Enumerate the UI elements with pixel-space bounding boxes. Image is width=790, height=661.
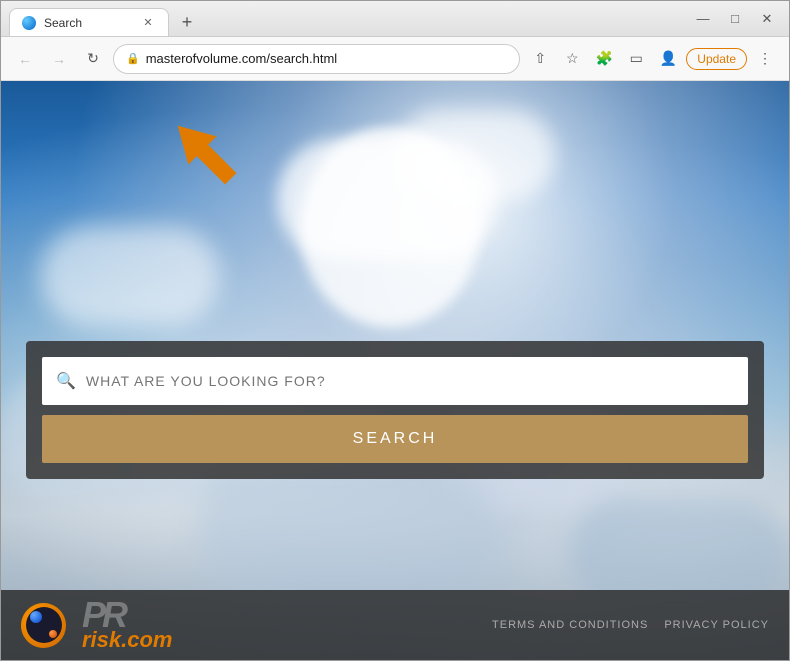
logo-inner (26, 607, 62, 643)
forward-button[interactable]: → (45, 45, 73, 73)
cloud-center (300, 127, 480, 327)
search-icon: 🔍 (56, 371, 76, 391)
share-icon: ⇧ (534, 50, 546, 67)
tab-title: Search (44, 16, 132, 30)
profile-icon: 👤 (660, 50, 677, 67)
logo-dot-2 (49, 630, 57, 638)
cloud-3 (40, 226, 220, 326)
back-icon: ← (18, 51, 32, 67)
url-text: masterofvolume.com/search.html (146, 51, 508, 66)
forward-icon: → (52, 51, 66, 67)
tab-favicon (22, 16, 36, 30)
reload-button[interactable]: ↻ (79, 45, 107, 73)
footer-brand: PR risk.com (82, 597, 173, 653)
puzzle-icon: 🧩 (596, 50, 613, 67)
footer-logo (21, 603, 66, 648)
page-content: 🔍 SEARCH PR risk.com TERMS A (1, 81, 789, 660)
maximize-button[interactable]: □ (721, 5, 749, 33)
back-button[interactable]: ← (11, 45, 39, 73)
footer-links: TERMS AND CONDITIONS PRIVACY POLICY (492, 619, 769, 631)
footer: PR risk.com TERMS AND CONDITIONS PRIVACY… (1, 590, 789, 660)
menu-button[interactable]: ⋮ (751, 45, 779, 73)
title-bar: Search ✕ + — □ ✕ (1, 1, 789, 37)
browser-window: Search ✕ + — □ ✕ ← → ↻ 🔒 masterofvolume.… (0, 0, 790, 661)
menu-icon: ⋮ (758, 50, 772, 67)
search-input[interactable] (86, 373, 734, 389)
search-button[interactable]: SEARCH (42, 415, 748, 463)
lock-icon: 🔒 (126, 52, 140, 65)
star-icon: ☆ (566, 50, 579, 67)
active-tab[interactable]: Search ✕ (9, 8, 169, 36)
update-button[interactable]: Update (686, 48, 747, 70)
split-view-button[interactable]: ▭ (622, 45, 650, 73)
navigation-bar: ← → ↻ 🔒 masterofvolume.com/search.html ⇧… (1, 37, 789, 81)
nav-actions: ⇧ ☆ 🧩 ▭ 👤 Update ⋮ (526, 45, 779, 73)
tab-area: Search ✕ + (9, 1, 689, 36)
reload-icon: ↻ (87, 50, 99, 67)
address-bar[interactable]: 🔒 masterofvolume.com/search.html (113, 44, 520, 74)
footer-links-row: TERMS AND CONDITIONS PRIVACY POLICY (492, 619, 769, 631)
arrow-svg (166, 109, 246, 199)
minimize-button[interactable]: — (689, 5, 717, 33)
share-button[interactable]: ⇧ (526, 45, 554, 73)
terms-link[interactable]: TERMS AND CONDITIONS (492, 619, 648, 631)
profile-button[interactable]: 👤 (654, 45, 682, 73)
arrow-indicator (166, 109, 246, 204)
window-controls: — □ ✕ (689, 5, 781, 33)
new-tab-button[interactable]: + (173, 8, 201, 36)
close-button[interactable]: ✕ (753, 5, 781, 33)
logo-dot-1 (30, 611, 42, 623)
tab-close-button[interactable]: ✕ (140, 15, 156, 31)
bookmark-button[interactable]: ☆ (558, 45, 586, 73)
extensions-button[interactable]: 🧩 (590, 45, 618, 73)
privacy-link[interactable]: PRIVACY POLICY (664, 619, 769, 631)
search-container: 🔍 SEARCH (26, 341, 764, 479)
split-icon: ▭ (630, 50, 643, 67)
risk-brand-text: risk.com (82, 627, 173, 653)
search-input-wrapper: 🔍 (42, 357, 748, 405)
